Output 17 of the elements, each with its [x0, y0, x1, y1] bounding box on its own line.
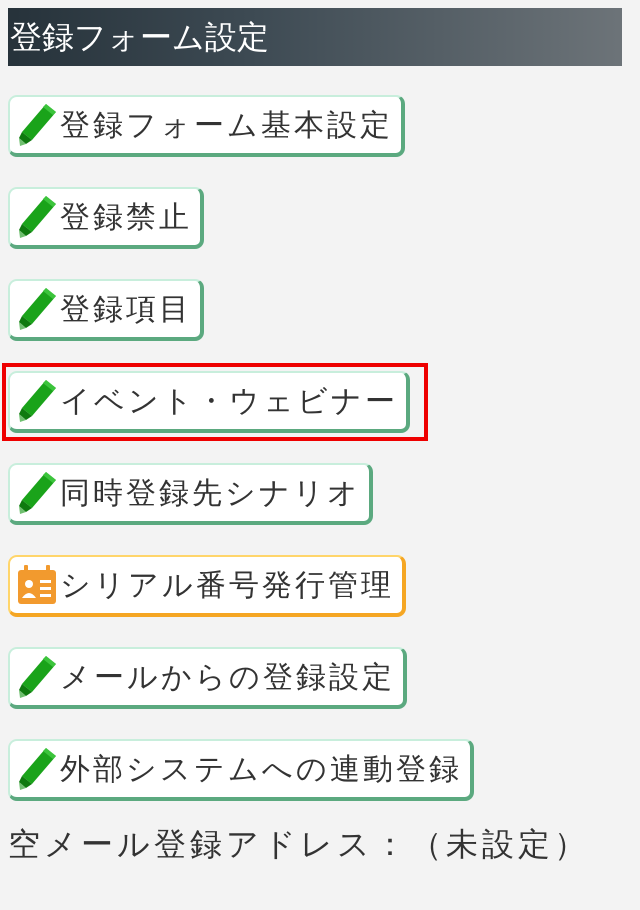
- menu-button[interactable]: 登録禁止: [8, 187, 204, 249]
- pencil-icon: [16, 746, 58, 792]
- menu-button[interactable]: 登録項目: [8, 279, 204, 341]
- menu-button[interactable]: 外部システムへの連動登録: [8, 739, 474, 801]
- menu-button[interactable]: 登録フォーム基本設定: [8, 95, 405, 157]
- menu-button[interactable]: メールからの登録設定: [8, 647, 407, 709]
- menu-button[interactable]: 同時登録先シナリオ: [8, 463, 373, 525]
- pencil-icon: [16, 378, 58, 424]
- section-header: 登録フォーム設定: [8, 8, 622, 66]
- pencil-icon: [16, 654, 58, 700]
- menu-button[interactable]: イベント・ウェビナー: [8, 371, 410, 433]
- pencil-icon: [16, 470, 58, 516]
- pencil-icon: [16, 286, 58, 332]
- pencil-icon: [16, 102, 58, 148]
- empty-mail-address-label: 空メール登録アドレス：（未設定）: [8, 825, 590, 863]
- pencil-icon: [16, 194, 58, 240]
- menu-button[interactable]: シリアル番号発行管理: [8, 555, 406, 617]
